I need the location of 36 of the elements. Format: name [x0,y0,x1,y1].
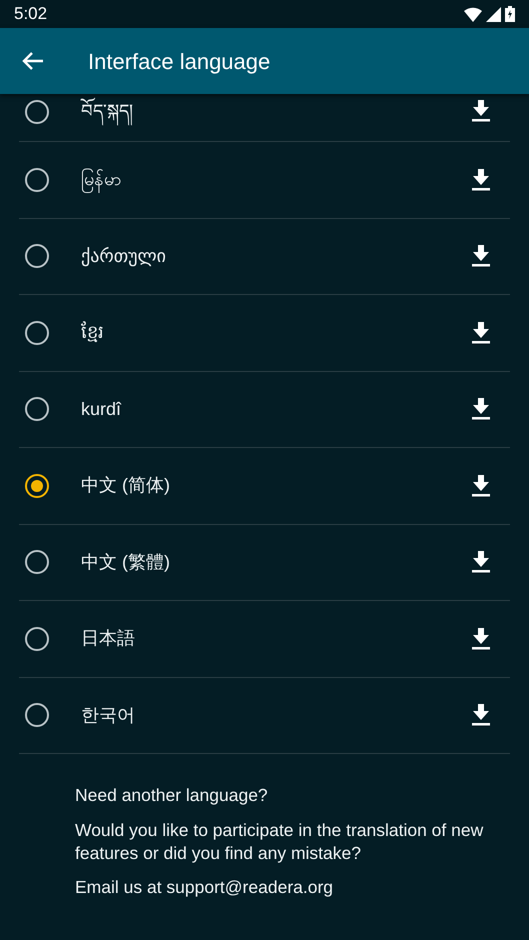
download-icon [472,322,490,344]
radio-button[interactable] [25,703,49,728]
download-icon [472,245,490,268]
battery-icon [505,6,515,22]
download-icon [472,474,490,497]
download-icon [472,168,490,191]
radio-button[interactable] [25,550,49,574]
language-label[interactable]: ქართული [81,242,166,270]
footer-email: Email us at support@readera.org [75,876,334,899]
download-icon [472,704,490,726]
language-label[interactable]: 한국어 [81,702,135,729]
language-label[interactable]: 中文 (简体) [81,472,170,500]
download-icon [472,398,490,420]
radio-button[interactable] [25,626,49,651]
status-time: 5:02 [14,3,48,26]
footer-heading: Need another language? [75,784,269,807]
back-arrow-icon [22,50,44,71]
radio-button[interactable] [25,244,49,268]
wifi-icon [464,6,482,22]
language-label[interactable]: kurdî [81,396,122,423]
signal-icon [486,6,501,22]
language-label[interactable]: 日本語 [81,625,135,652]
language-label[interactable]: བོད་སྐད། [81,98,133,125]
radio-button[interactable] [25,100,49,124]
language-label[interactable]: မြန်မာ [81,166,121,194]
download-icon [472,100,490,122]
footer-text: Would you like to participate in the translation of new features or did you find any mistake? [75,818,484,864]
download-icon [472,628,490,650]
language-label[interactable]: ខ្មែរ [81,319,104,346]
screen-title: Interface language [88,48,270,76]
download-icon [472,551,490,574]
radio-button[interactable] [25,168,49,192]
radio-button[interactable] [25,474,49,498]
radio-button[interactable] [25,397,49,422]
language-label[interactable]: 中文 (繁體) [81,548,170,576]
radio-button[interactable] [25,320,49,345]
